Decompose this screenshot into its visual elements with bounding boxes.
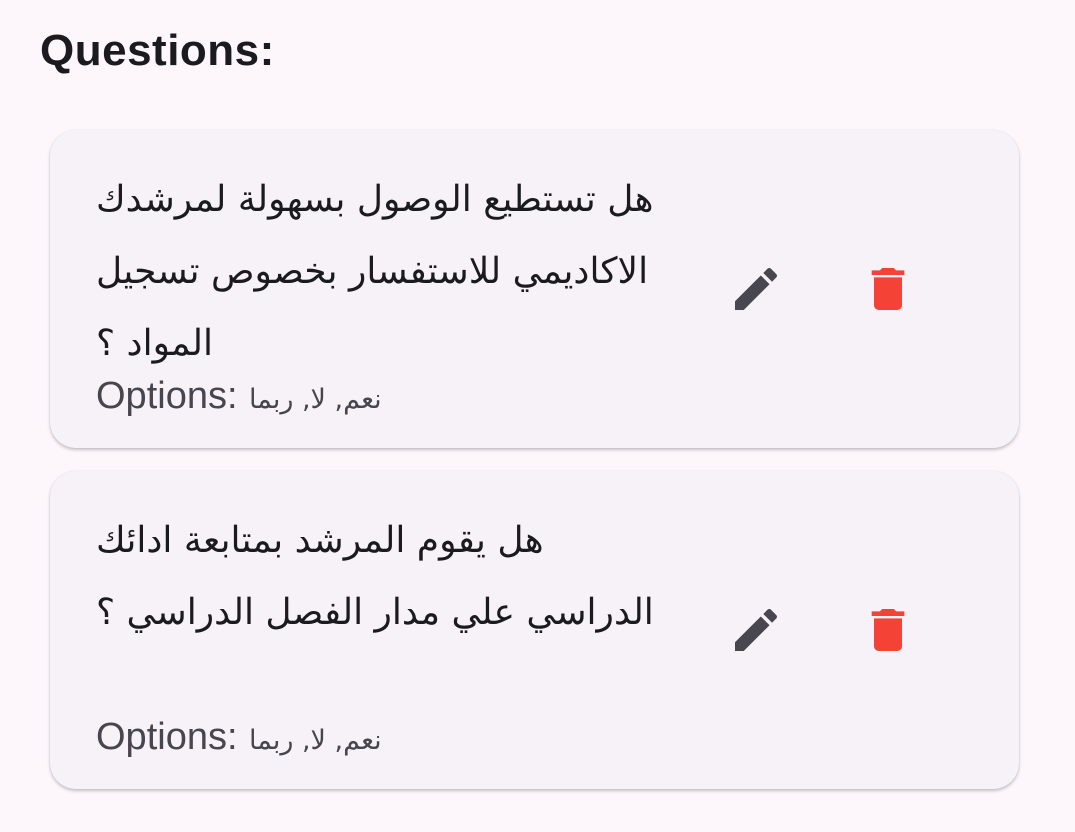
question-card: هل تستطيع الوصول بسهولة لمرشدك الاكاديمي… [50, 130, 1019, 448]
question-options: Options: نعم, لا, ربما [96, 715, 382, 763]
question-options: Options: نعم, لا, ربما [96, 374, 382, 422]
delete-question-button[interactable] [860, 602, 916, 658]
question-text: هل يقوم المرشد بمتابعة ادائك الدراسي علي… [96, 520, 654, 633]
options-values: نعم, لا, ربما [248, 725, 382, 756]
question-card: هل يقوم المرشد بمتابعة ادائك الدراسي علي… [50, 471, 1019, 789]
options-label: Options: [96, 716, 238, 758]
edit-question-button[interactable] [728, 602, 784, 658]
options-values: نعم, لا, ربما [248, 384, 382, 415]
question-text: هل تستطيع الوصول بسهولة لمرشدك الاكاديمي… [96, 179, 654, 364]
pencil-icon [735, 608, 778, 651]
options-label: Options: [96, 375, 238, 417]
trash-icon [871, 609, 905, 651]
edit-question-button[interactable] [728, 261, 784, 317]
page-title: Questions: [40, 26, 275, 75]
trash-icon [871, 268, 905, 310]
questions-page: Questions: هل تستطيع الوصول بسهولة لمرشد… [0, 0, 1075, 832]
delete-question-button[interactable] [860, 261, 916, 317]
pencil-icon [735, 267, 778, 310]
